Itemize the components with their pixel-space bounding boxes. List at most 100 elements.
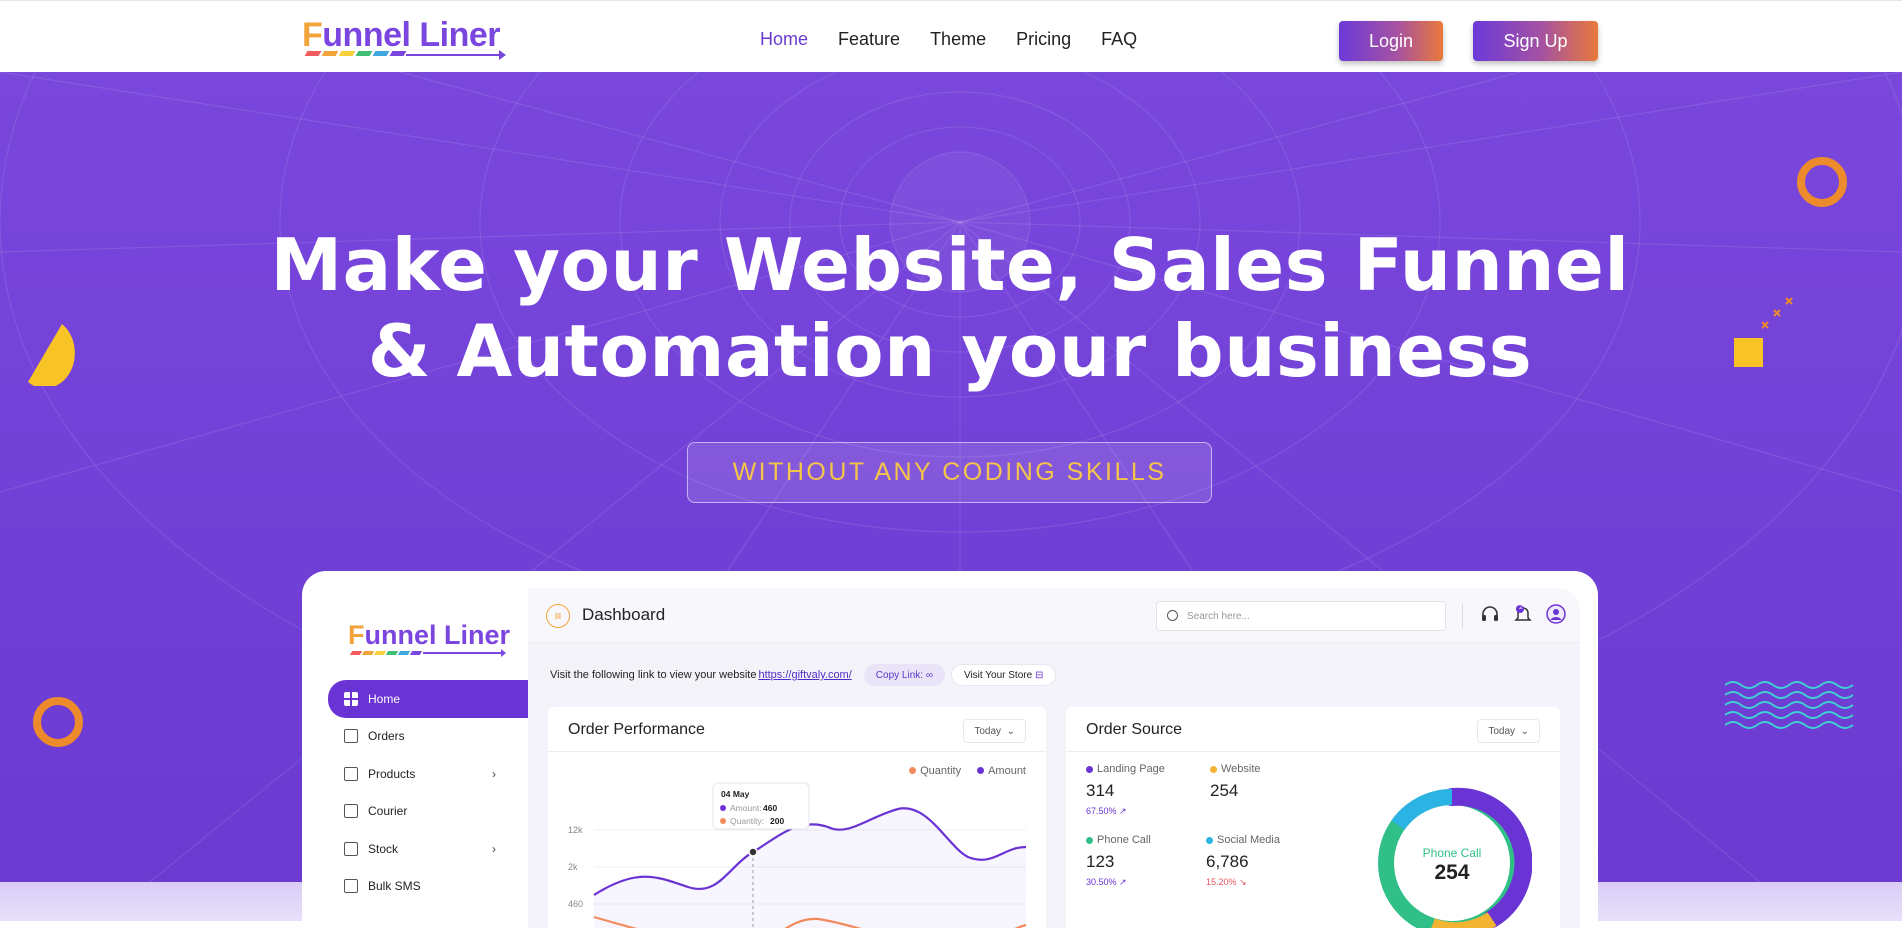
- tooltip-amount-value: 460: [763, 803, 777, 813]
- login-button[interactable]: Login: [1339, 21, 1443, 61]
- y-tick-12k: 12k: [568, 825, 583, 835]
- logo-color-bar: [321, 51, 339, 56]
- copy-link-button[interactable]: Copy Link: ∞: [863, 664, 945, 686]
- sidebar-item-orders[interactable]: Orders: [328, 718, 528, 756]
- source-label: Social Media: [1217, 834, 1280, 846]
- logo-color-bar: [355, 51, 373, 56]
- hover-point: [748, 847, 758, 857]
- sidebar-item-label: Home: [368, 691, 401, 706]
- grid-icon: [344, 691, 358, 706]
- trend-down-icon: ↘: [1239, 877, 1247, 887]
- order-performance-filter[interactable]: Today ⌄: [963, 719, 1026, 743]
- order-source-filter[interactable]: Today ⌄: [1477, 719, 1540, 743]
- message-icon: [344, 879, 358, 894]
- sidebar-item-bulk-sms[interactable]: Bulk SMS: [328, 868, 528, 906]
- hero-headline-line-1: Make your Website, Sales Funnel: [270, 223, 1630, 307]
- funnel-liner-logo[interactable]: Funnel Liner: [302, 15, 506, 60]
- logo-color-bar: [373, 651, 387, 655]
- chevron-down-icon: ⌄: [1520, 725, 1529, 737]
- dashboard-logo: Funnel Liner: [348, 620, 511, 650]
- dashboard-logo-bars: [349, 651, 423, 655]
- source-social-media: Social Media 6,786 15.20% ↘: [1206, 834, 1280, 888]
- search-icon: [1167, 610, 1178, 621]
- orange-ring-decoration: [1797, 157, 1847, 207]
- source-value: 123: [1086, 852, 1115, 871]
- logo-wordmark: Funnel Liner: [302, 16, 501, 54]
- tooltip-amount-label: Amount:: [730, 803, 762, 813]
- card-divider: [548, 751, 1046, 752]
- notification-count-badge: 2: [1519, 604, 1523, 611]
- nav-link-home[interactable]: Home: [760, 29, 808, 50]
- donut-center-label: Phone Call: [1423, 846, 1482, 860]
- teal-waves-decoration: [1725, 681, 1854, 729]
- logo-color-bar: [338, 51, 356, 56]
- nav-link-faq[interactable]: FAQ: [1101, 29, 1137, 50]
- store-link-bar: Visit the following link to view your we…: [550, 664, 1057, 686]
- link-icon: ∞: [925, 669, 933, 681]
- trend-up-icon: ↗: [1119, 806, 1127, 816]
- donut-center-value: 254: [1434, 861, 1469, 884]
- source-label: Website: [1221, 763, 1261, 775]
- topbar-divider: [1462, 604, 1463, 628]
- tooltip-date: 04 May: [721, 789, 750, 799]
- order-source-title: Order Source: [1086, 721, 1183, 738]
- dashboard-search-input[interactable]: Search here...: [1156, 601, 1446, 631]
- source-value: 6,786: [1206, 852, 1249, 871]
- headset-icon[interactable]: [1480, 604, 1500, 624]
- logo-color-bar: [397, 651, 411, 655]
- order-source-donut-chart: Phone Call 254: [1378, 787, 1532, 928]
- source-phone-call: Phone Call 123 30.50% ↗: [1086, 834, 1151, 888]
- visit-store-button[interactable]: Visit Your Store ⊟: [950, 664, 1057, 686]
- source-percent: 15.20% ↘: [1206, 877, 1247, 887]
- sidebar-item-courier[interactable]: Courier: [328, 793, 528, 831]
- chevron-right-icon: ›: [492, 841, 496, 856]
- store-icon: ⊟: [1034, 669, 1044, 681]
- legend-amount: Amount: [977, 765, 1026, 777]
- y-tick-460: 460: [568, 899, 583, 909]
- logo-color-bar: [372, 51, 390, 56]
- dashboard-logo-arrow-icon: [423, 649, 506, 657]
- trend-up-icon: ↗: [1119, 877, 1127, 887]
- source-percent: 30.50% ↗: [1086, 877, 1127, 887]
- user-avatar-icon[interactable]: [1546, 604, 1566, 624]
- dashboard-page-title: Dashboard: [582, 605, 666, 624]
- order-performance-title: Order Performance: [568, 721, 705, 738]
- truck-icon: [344, 804, 358, 819]
- copy-link-label: Copy Link:: [875, 669, 924, 681]
- menu-toggle-icon[interactable]: ≡: [546, 604, 570, 628]
- search-placeholder: Search here...: [1187, 610, 1250, 622]
- logo-color-bar: [385, 651, 399, 655]
- chevron-right-icon: ›: [492, 766, 496, 781]
- sidebar-item-label: Bulk SMS: [368, 879, 421, 894]
- tooltip-quantity-value: 200: [770, 816, 784, 826]
- sidebar-item-products[interactable]: Products ›: [328, 755, 528, 793]
- sidebar-item-stock[interactable]: Stock ›: [328, 830, 528, 868]
- sidebar-item-label: Products: [368, 766, 416, 781]
- logo-color-bar: [389, 51, 407, 56]
- filter-label: Today: [1488, 725, 1516, 737]
- tooltip-quantity-label: Quantity:: [730, 816, 764, 826]
- nav-link-theme[interactable]: Theme: [930, 29, 986, 50]
- sidebar-item-home[interactable]: Home: [328, 680, 528, 718]
- hero-headline: Make your Website, Sales Funnel & Automa…: [240, 222, 1660, 394]
- logo-arrow-icon: [406, 50, 506, 60]
- source-website: Website 254: [1210, 763, 1261, 801]
- warehouse-icon: [344, 841, 358, 856]
- logo-color-bar: [361, 651, 375, 655]
- main-menu: Home Feature Theme Pricing FAQ: [760, 29, 1137, 50]
- signup-button[interactable]: Sign Up: [1473, 21, 1598, 61]
- source-value: 314: [1086, 781, 1115, 800]
- y-tick-2k: 2k: [568, 862, 578, 872]
- order-source-card: Order Source Today ⌄ Landing Page 314 67…: [1066, 707, 1560, 928]
- nav-link-feature[interactable]: Feature: [838, 29, 900, 50]
- store-link-text: Visit the following link to view your we…: [550, 669, 757, 681]
- order-performance-card: Order Performance Today ⌄ Quantity Amoun…: [548, 707, 1046, 928]
- sidebar-item-label: Courier: [368, 804, 408, 819]
- nav-link-pricing[interactable]: Pricing: [1016, 29, 1071, 50]
- dashboard-sidebar-menu: Home Orders Products › Courier Stock › B…: [328, 680, 528, 905]
- source-value: 254: [1210, 781, 1239, 800]
- store-url-link[interactable]: https://giftvaly.com/: [758, 669, 851, 681]
- source-percent: 67.50% ↗: [1086, 806, 1127, 816]
- chart-legend: Quantity Amount: [909, 765, 1026, 777]
- sidebar-item-label: Orders: [368, 729, 405, 744]
